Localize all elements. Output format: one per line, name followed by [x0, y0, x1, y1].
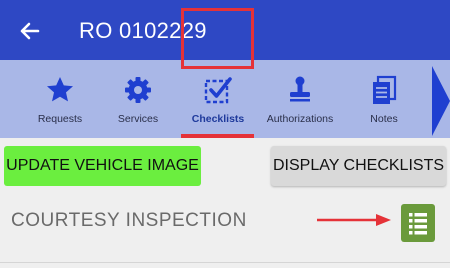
section-title: COURTESY INSPECTION	[11, 210, 247, 231]
tab-label: Authorizations	[266, 113, 334, 125]
tab-checklists[interactable]: Checklists	[180, 60, 256, 138]
active-tab-indicator	[181, 134, 254, 138]
divider	[0, 262, 450, 263]
tab-services[interactable]: Services	[100, 60, 176, 138]
tab-label: Checklists	[191, 113, 245, 125]
tab-label: Requests	[37, 113, 83, 125]
tab-requests[interactable]: Requests	[22, 60, 98, 138]
tab-authorizations[interactable]: Authorizations	[262, 60, 338, 138]
tab-notes[interactable]: Notes	[346, 60, 422, 138]
display-checklists-button[interactable]: DISPLAY CHECKLISTS	[271, 146, 446, 186]
notes-icon	[373, 75, 397, 104]
star-icon	[47, 77, 73, 102]
list-icon	[409, 213, 427, 235]
open-checklist-button[interactable]	[401, 204, 435, 242]
pointer-arrow-icon	[317, 214, 391, 226]
stamp-icon	[290, 76, 310, 102]
update-vehicle-image-button[interactable]: UPDATE VEHICLE IMAGE	[4, 146, 201, 186]
tab-label: Services	[117, 113, 159, 125]
tab-label: Notes	[370, 113, 398, 125]
scroll-right-icon[interactable]	[432, 66, 450, 136]
gear-icon	[125, 77, 151, 103]
active-tab-highlight	[181, 8, 254, 69]
arrow-left-icon	[20, 22, 40, 40]
back-button[interactable]	[14, 16, 44, 46]
checkbox-icon	[204, 77, 232, 104]
tab-bar: Requests Services Checklists Authorizati…	[0, 60, 450, 138]
